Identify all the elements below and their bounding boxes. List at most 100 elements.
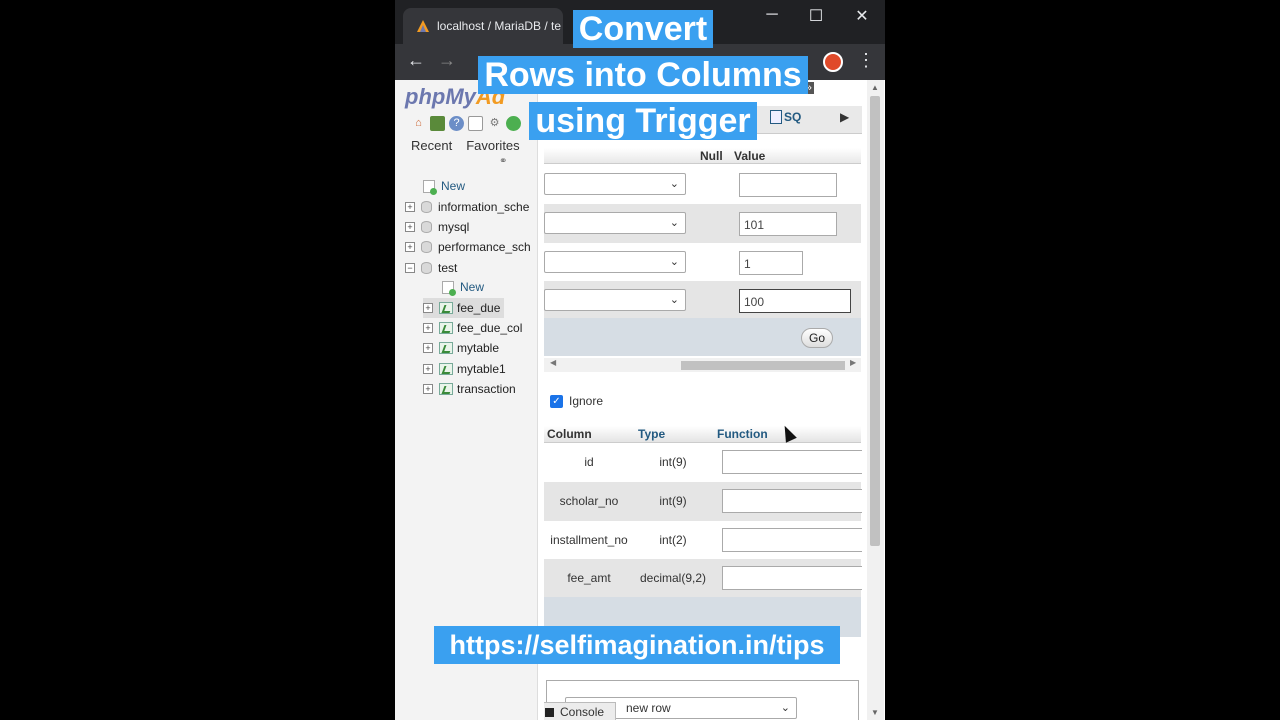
collapse-icon[interactable]: − [405,263,415,273]
column-header: Column [547,427,592,441]
table-icon [439,342,453,354]
function-input[interactable] [722,566,862,590]
column-row-id: id int(9) [544,443,862,482]
table-icon [439,363,453,375]
tree-item-table-transaction[interactable]: + transaction [423,379,516,399]
browser-menu-button[interactable]: ⋮ [857,50,875,71]
expand-icon[interactable]: + [423,343,433,353]
back-button[interactable]: ← [404,50,428,71]
tree-item-table-fee-due[interactable]: + fee_due [423,298,505,318]
chevron-down-icon: ⌄ [669,178,679,190]
tree-item-table-mytable1[interactable]: + mytable1 [423,359,506,379]
table-icon [439,302,453,314]
chevron-down-icon: ⌄ [669,217,679,229]
column-row-fee-amt: fee_amt decimal(9,2) [544,559,862,598]
value-header: Value [734,149,766,163]
tree-item-table-fee-due-col[interactable]: + fee_due_col [423,318,522,338]
console-icon [545,707,554,717]
chevron-down-icon: ⌄ [669,256,679,268]
tree-item-db-information-schema[interactable]: + information_sche [405,197,529,217]
caption-line: using Trigger [529,102,757,140]
close-window-button[interactable]: ✕ [847,6,877,26]
ignore-checkbox[interactable]: ✓ [550,394,563,408]
ignore-option[interactable]: ✓ Ignore [550,394,603,408]
horizontal-scrollbar[interactable]: ◀ ▶ [544,358,861,372]
table-icon [439,322,453,334]
database-icon [421,241,432,253]
scroll-thumb[interactable] [870,96,880,546]
value-row: ⌄ 101 [544,204,861,243]
expand-icon[interactable]: + [423,303,433,313]
chevron-down-icon: ⌄ [780,702,790,714]
scroll-right-icon[interactable]: ▶ [850,358,856,367]
column-row-scholar-no: scholar_no int(9) [544,482,862,521]
value-input-active[interactable]: 100 [739,289,851,313]
profile-avatar[interactable] [823,52,843,72]
value-table-header: Null Value [544,148,861,164]
tree-item-db-mysql[interactable]: + mysql [405,217,469,237]
scroll-thumb[interactable] [681,361,845,370]
scroll-up-icon[interactable]: ▲ [871,83,879,92]
expand-icon[interactable]: + [405,222,415,232]
function-input[interactable] [722,528,862,552]
function-select[interactable]: ⌄ [544,289,686,311]
value-row: ⌄ 1 [544,243,861,282]
database-icon [421,262,432,274]
home-icon[interactable]: ⌂ [411,116,426,131]
caption-line: Rows into Columns [478,56,808,94]
function-header[interactable]: Function [717,427,768,441]
column-name: installment_no [550,533,628,547]
database-icon [421,221,432,233]
expand-icon[interactable]: + [423,364,433,374]
column-row-installment-no: installment_no int(2) [544,521,862,560]
tree-item-db-test[interactable]: − test [405,258,457,278]
column-table-header: Column Type Function [544,426,861,443]
new-table-icon [442,280,456,296]
forward-button[interactable]: → [435,50,459,71]
recent-tab[interactable]: Recent [409,138,454,153]
value-input[interactable]: 1 [739,251,803,275]
null-header: Null [700,149,723,163]
column-type: int(9) [659,494,687,508]
function-select[interactable]: ⌄ [544,173,686,195]
caption-line: Convert [572,10,714,48]
vertical-scrollbar[interactable]: ▲ ▼ [867,80,884,720]
logout-icon[interactable] [430,116,445,131]
tree-item-db-performance-schema[interactable]: + performance_sch [405,237,531,257]
column-name: scholar_no [559,494,619,508]
function-select[interactable]: ⌄ [544,251,686,273]
new-db-icon [423,179,437,195]
scroll-down-icon[interactable]: ▼ [871,708,879,717]
value-input[interactable]: 101 [739,212,837,236]
scroll-left-icon[interactable]: ◀ [550,358,556,367]
column-name: id [584,455,594,469]
tree-item-table-mytable[interactable]: + mytable [423,338,499,358]
pma-navigation-panel: phpMyAd ⌂ ? ⚙ Recent Favorites ⚭ New + in… [395,80,538,720]
expand-icon[interactable]: + [423,384,433,394]
expand-icon[interactable]: + [405,242,415,252]
console-toggle[interactable]: Console [544,702,616,720]
tree-item-new[interactable]: New [423,176,465,196]
link-chain-icon[interactable]: ⚭ [499,156,507,167]
value-input[interactable] [739,173,837,197]
database-icon [421,201,432,213]
column-type: int(2) [659,533,687,547]
column-type: decimal(9,2) [639,571,707,585]
console-label: Console [560,705,605,719]
help-icon[interactable]: ? [449,116,464,131]
function-select[interactable]: ⌄ [544,212,686,234]
column-name: fee_amt [567,571,611,585]
value-row: ⌄ [544,165,861,204]
video-caption: Convert Rows into Columns using Trigger [463,6,823,144]
tab-scroll-right-icon[interactable]: ▶ [840,110,849,124]
url-banner: https://selfimagination.in/tips [434,626,840,664]
expand-icon[interactable]: + [423,323,433,333]
mariadb-favicon-icon [415,18,431,34]
expand-icon[interactable]: + [405,202,415,212]
function-input[interactable] [722,489,862,513]
value-row: ⌄ 100 [544,281,861,320]
function-input[interactable] [722,450,862,474]
tree-item-test-new[interactable]: New [442,277,484,297]
go-button[interactable]: Go [801,328,833,348]
type-header[interactable]: Type [638,427,665,441]
